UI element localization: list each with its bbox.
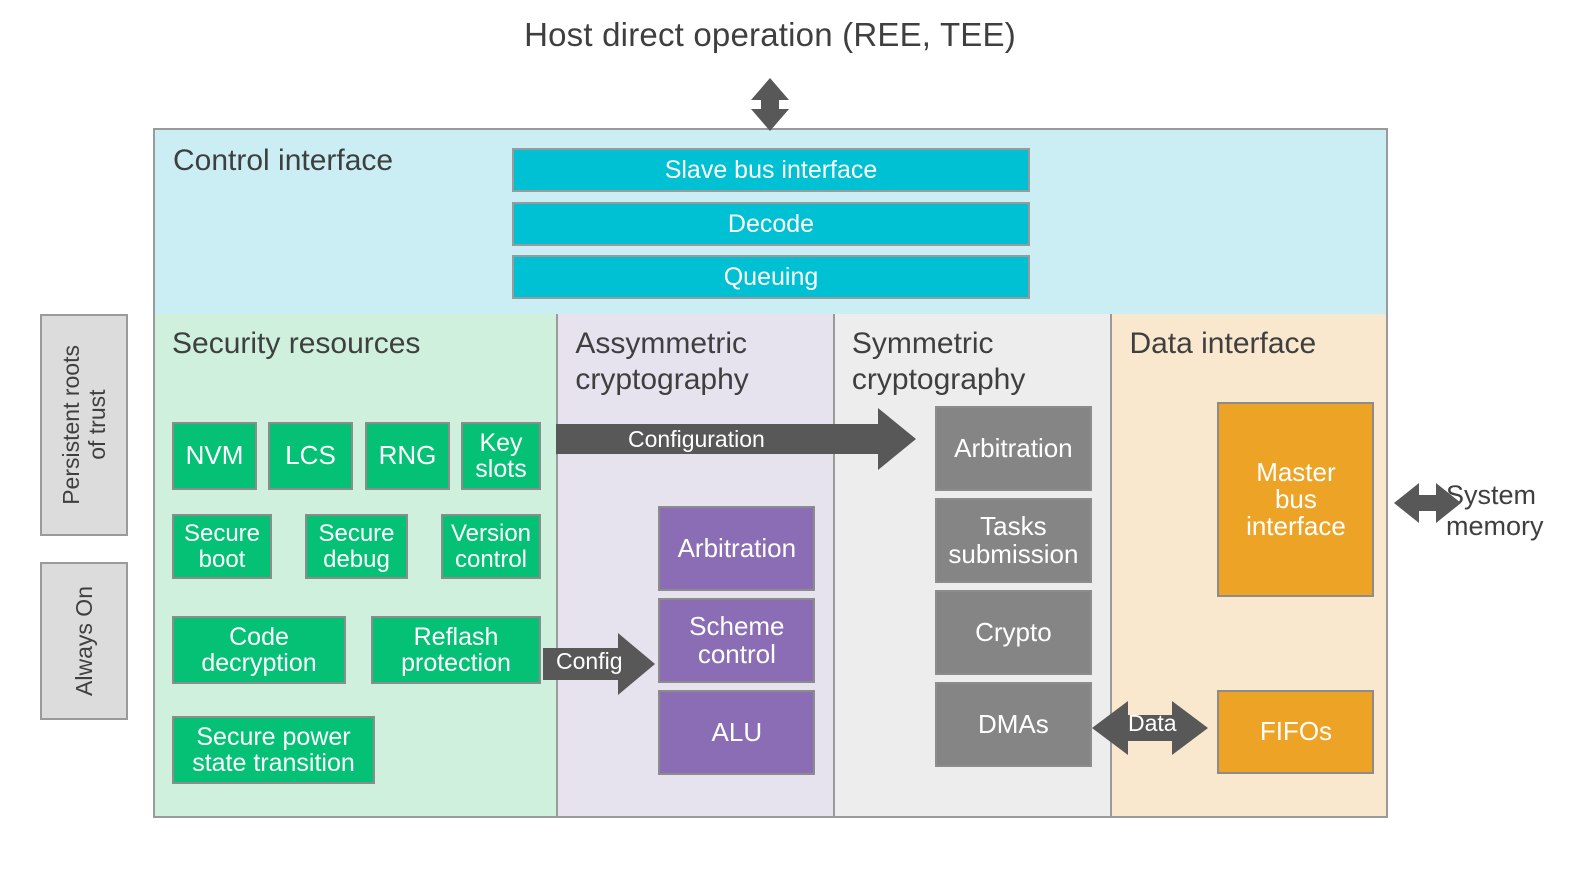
block-lcs[interactable]: LCS	[268, 422, 353, 490]
functional-columns: Security resources NVM LCS RNG Key slots…	[155, 314, 1386, 816]
system-memory-label: System memory	[1446, 480, 1544, 541]
block-decode[interactable]: Decode	[512, 202, 1030, 246]
column-security-resources: Security resources NVM LCS RNG Key slots…	[155, 314, 557, 816]
control-interface-title: Control interface	[173, 144, 394, 177]
block-master-bus-interface[interactable]: Master bus interface	[1217, 402, 1375, 597]
block-asym-alu[interactable]: ALU	[658, 690, 816, 775]
config-arrow-label: Config	[556, 648, 623, 674]
asymmetric-cryptography-title: Assymmetric cryptography	[575, 327, 749, 396]
column-symmetric-cryptography: Symmetric cryptography Arbitration Tasks…	[832, 314, 1111, 816]
always-on-label: Always On	[40, 562, 128, 720]
column-asymmetric-cryptography: Assymmetric cryptography Arbitration Sch…	[556, 314, 833, 816]
configuration-arrow-label: Configuration	[628, 426, 765, 452]
block-fifos[interactable]: FIFOs	[1217, 690, 1375, 774]
security-resources-title: Security resources	[172, 327, 421, 360]
block-reflash-protection[interactable]: Reflash protection	[371, 616, 541, 684]
block-version-control[interactable]: Version control	[441, 514, 541, 579]
block-nvm[interactable]: NVM	[172, 422, 257, 490]
block-secure-debug[interactable]: Secure debug	[305, 514, 408, 579]
persistent-roots-text: Persistent roots of trust	[58, 345, 110, 505]
block-sym-tasks-submission[interactable]: Tasks submission	[934, 498, 1092, 583]
always-on-text: Always On	[71, 586, 97, 696]
block-secure-boot[interactable]: Secure boot	[172, 514, 272, 579]
control-interface-section: Control interface Slave bus interface De…	[155, 130, 1386, 314]
block-asym-scheme-control[interactable]: Scheme control	[658, 598, 816, 683]
block-key-slots[interactable]: Key slots	[461, 422, 541, 490]
block-sym-dmas[interactable]: DMAs	[934, 682, 1092, 767]
host-link-arrow	[751, 78, 789, 131]
data-interface-title: Data interface	[1129, 327, 1317, 360]
block-slave-bus-interface[interactable]: Slave bus interface	[512, 148, 1030, 192]
data-arrow-label: Data	[1128, 710, 1177, 736]
column-data-interface: Data interface Master bus interface FIFO…	[1110, 314, 1386, 816]
block-rng[interactable]: RNG	[365, 422, 450, 490]
block-sym-arbitration[interactable]: Arbitration	[934, 406, 1092, 491]
symmetric-cryptography-title: Symmetric cryptography	[851, 327, 1026, 396]
security-subsystem-diagram: Control interface Slave bus interface De…	[153, 128, 1388, 818]
persistent-roots-of-trust-label: Persistent roots of trust	[40, 314, 128, 536]
host-operation-caption: Host direct operation (REE, TEE)	[524, 16, 1016, 53]
block-asym-arbitration[interactable]: Arbitration	[658, 506, 816, 591]
block-sym-crypto[interactable]: Crypto	[934, 590, 1092, 675]
block-queuing[interactable]: Queuing	[512, 255, 1030, 299]
block-secure-power-state-transition[interactable]: Secure power state transition	[172, 716, 375, 784]
block-code-decryption[interactable]: Code decryption	[172, 616, 346, 684]
